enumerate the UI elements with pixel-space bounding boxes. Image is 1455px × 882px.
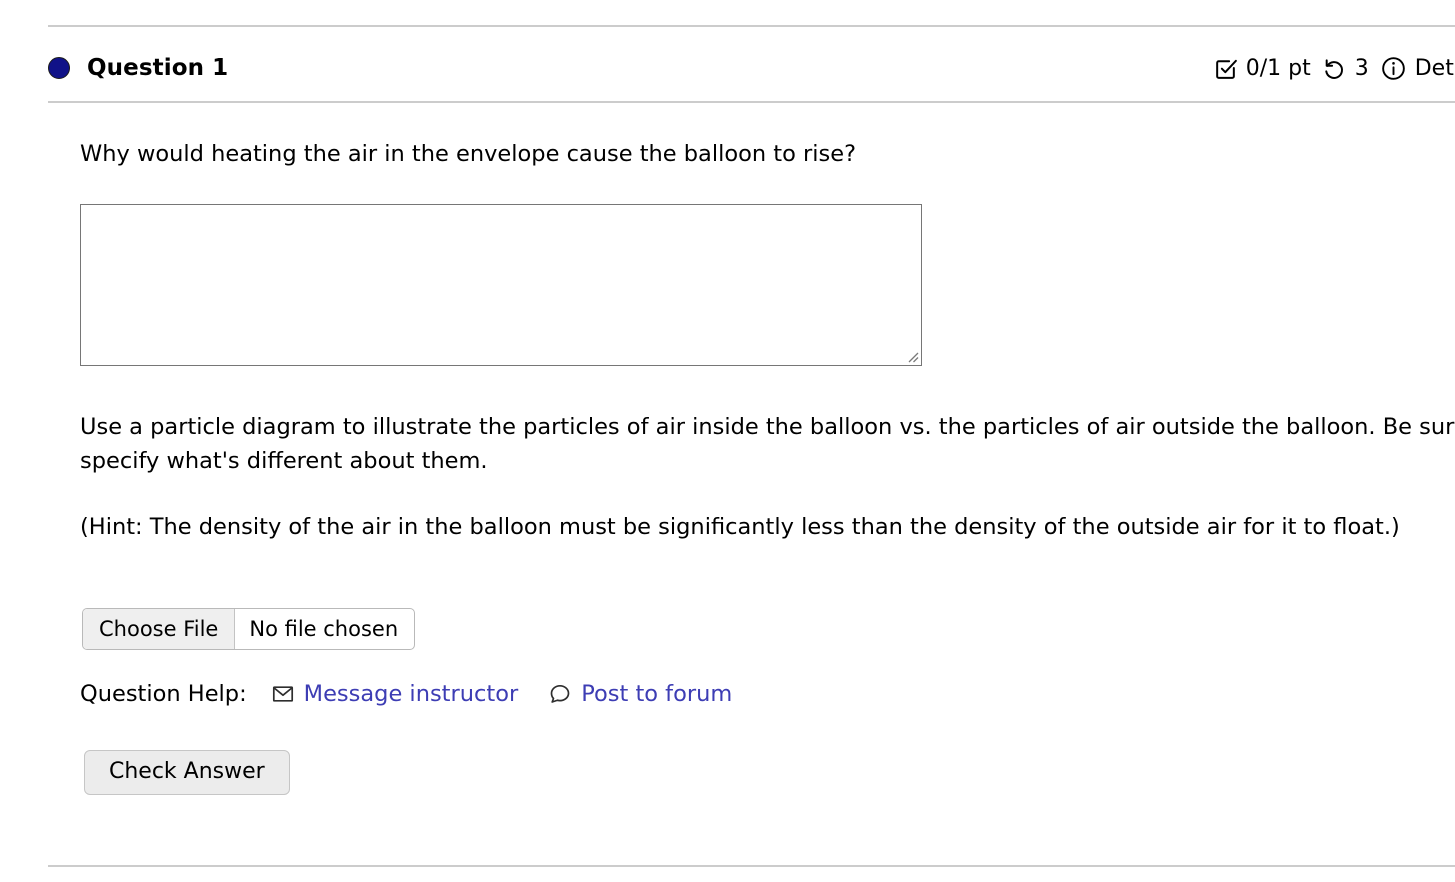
attempts-count: 3 <box>1354 55 1369 81</box>
details-group[interactable]: Details <box>1380 55 1455 82</box>
question-header-meta: 0/1 pt 3 Det <box>1213 55 1455 82</box>
divider-bottom <box>48 865 1455 867</box>
hint-paragraph: (Hint: The density of the air in the bal… <box>80 514 1400 540</box>
info-circle-icon[interactable] <box>1380 55 1407 82</box>
rotate-counterclockwise-icon <box>1322 56 1347 81</box>
answer-textarea[interactable] <box>80 204 922 366</box>
details-label[interactable]: Details <box>1415 56 1455 81</box>
divider-top <box>48 25 1455 27</box>
choose-file-button[interactable]: Choose File <box>83 609 236 649</box>
question-help-row: Question Help: Message instructor Post t… <box>80 681 732 707</box>
envelope-icon <box>271 682 295 706</box>
question-help-label: Question Help: <box>80 681 247 707</box>
question-title: Question 1 <box>87 55 229 81</box>
score-text: 0/1 pt <box>1245 55 1311 81</box>
question-status-bullet-icon <box>48 57 70 79</box>
question-prompt: Why would heating the air in the envelop… <box>80 141 857 167</box>
speech-bubble-icon <box>548 682 572 706</box>
question-panel: Question 1 0/1 pt 3 Det Why would heatin… <box>0 0 1455 882</box>
check-answer-button[interactable]: Check Answer <box>84 750 290 795</box>
score-group: 0/1 pt <box>1213 56 1311 81</box>
post-to-forum-label: Post to forum <box>581 681 733 707</box>
message-instructor-link[interactable]: Message instructor <box>271 681 519 707</box>
question-header-left: Question 1 <box>48 55 228 81</box>
checkbox-check-icon <box>1213 56 1238 81</box>
post-to-forum-link[interactable]: Post to forum <box>548 681 732 707</box>
file-upload-control[interactable]: Choose File No file chosen <box>82 608 416 650</box>
message-instructor-label: Message instructor <box>303 681 519 707</box>
instructions-paragraph: Use a particle diagram to illustrate the… <box>80 414 1455 474</box>
resize-grip-icon[interactable] <box>905 349 919 363</box>
question-header: Question 1 0/1 pt 3 Det <box>48 42 1455 94</box>
attempts-group: 3 <box>1322 56 1369 81</box>
file-status-text: No file chosen <box>249 617 399 641</box>
divider-under-header <box>48 101 1455 103</box>
